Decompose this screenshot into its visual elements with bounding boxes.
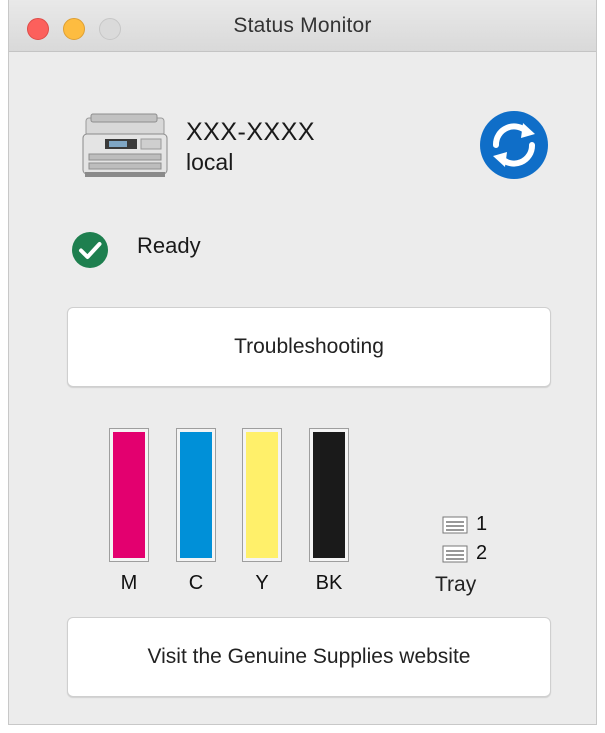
title-bar: Status Monitor: [9, 0, 596, 52]
printer-icon: [82, 113, 168, 177]
ink-label-black: BK: [315, 572, 343, 594]
tray-icon: [442, 516, 468, 533]
ink-gauge-yellow: [242, 428, 282, 562]
ink-level-cyan: [180, 432, 212, 558]
device-connection: local: [186, 149, 234, 175]
ink-label-yellow: Y: [255, 572, 269, 594]
refresh-icon[interactable]: [479, 110, 549, 180]
ink-label-cyan: C: [188, 572, 204, 594]
tray-number: 1: [476, 513, 488, 535]
ink-level-black: [313, 432, 345, 558]
tray-label: Tray: [435, 573, 477, 596]
ink-level-yellow: [246, 432, 278, 558]
device-name: XXX-XXXX: [186, 118, 316, 146]
window-title: Status Monitor: [233, 14, 372, 37]
ink-gauge-black: [309, 428, 349, 562]
ink-level-magenta: [113, 432, 145, 558]
troubleshooting-button[interactable]: Troubleshooting: [67, 307, 551, 387]
genuine-supplies-button[interactable]: Visit the Genuine Supplies website: [67, 617, 551, 697]
ink-gauge-cyan: [176, 428, 216, 562]
ink-label-magenta: M: [120, 572, 138, 594]
tray-icon: [442, 545, 468, 562]
check-circle-icon: [72, 232, 108, 268]
status-text: Ready: [137, 233, 201, 258]
ink-gauge-magenta: [109, 428, 149, 562]
tray-2: 2: [442, 542, 487, 565]
tray-number: 2: [476, 542, 488, 564]
status-monitor-window: Status Monitor XXX-XXXX local Ready Trou…: [8, 0, 597, 725]
tray-1: 1: [442, 513, 487, 536]
